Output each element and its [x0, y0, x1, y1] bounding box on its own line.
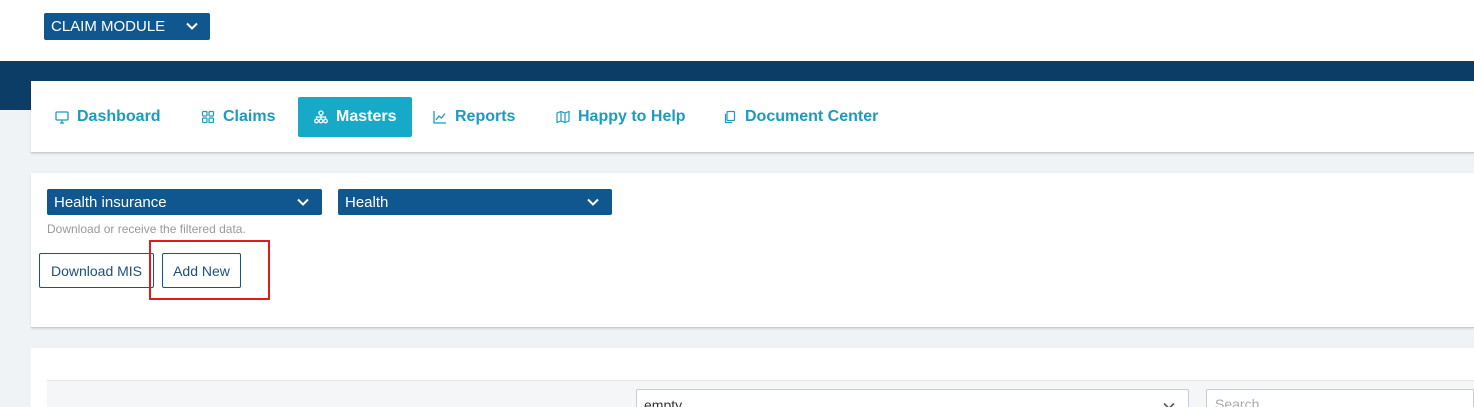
nav-dashboard-label: Dashboard: [77, 108, 161, 125]
nav-happy-to-help-label: Happy to Help: [578, 108, 686, 125]
sitemap-icon: [314, 110, 328, 124]
main-nav: Dashboard Claims Masters Reports Happy t…: [31, 81, 1474, 153]
nav-claims[interactable]: Claims: [191, 97, 285, 137]
documents-icon: [724, 110, 736, 124]
nav-dashboard[interactable]: Dashboard: [45, 97, 171, 137]
nav-document-center-label: Document Center: [745, 108, 879, 125]
table-filter-select[interactable]: empty: [636, 389, 1189, 407]
filter-hint: Download or receive the filtered data.: [47, 222, 246, 236]
chevron-down-icon: [186, 22, 198, 30]
nav-document-center[interactable]: Document Center: [713, 97, 888, 137]
nav-claims-label: Claims: [223, 108, 276, 125]
nav-reports[interactable]: Reports: [423, 97, 525, 137]
nav-happy-to-help[interactable]: Happy to Help: [546, 97, 696, 137]
highlight-box: [149, 240, 270, 300]
module-select[interactable]: CLAIM MODULE: [44, 13, 210, 40]
search-input[interactable]: [1206, 389, 1474, 407]
chevron-down-icon: [1163, 402, 1175, 407]
table-filter-value: empty: [644, 397, 683, 407]
module-select-label: CLAIM MODULE: [51, 18, 166, 35]
map-icon: [556, 110, 570, 124]
grid-icon: [201, 110, 215, 124]
line-chart-icon: [433, 111, 446, 124]
download-mis-button[interactable]: Download MIS: [39, 253, 154, 288]
nav-masters[interactable]: Masters: [298, 97, 413, 137]
nav-reports-label: Reports: [455, 108, 516, 125]
monitor-icon: [55, 111, 69, 124]
top-bar: [0, 0, 1474, 61]
insurance-type-value: Health insurance: [54, 193, 167, 211]
chevron-down-icon: [297, 198, 309, 206]
nav-masters-label: Masters: [336, 108, 397, 125]
insurance-type-select[interactable]: Health insurance: [47, 189, 322, 215]
category-value: Health: [345, 193, 389, 211]
chevron-down-icon: [587, 198, 599, 206]
category-select[interactable]: Health: [338, 189, 612, 215]
table-panel: empty: [31, 348, 1474, 407]
